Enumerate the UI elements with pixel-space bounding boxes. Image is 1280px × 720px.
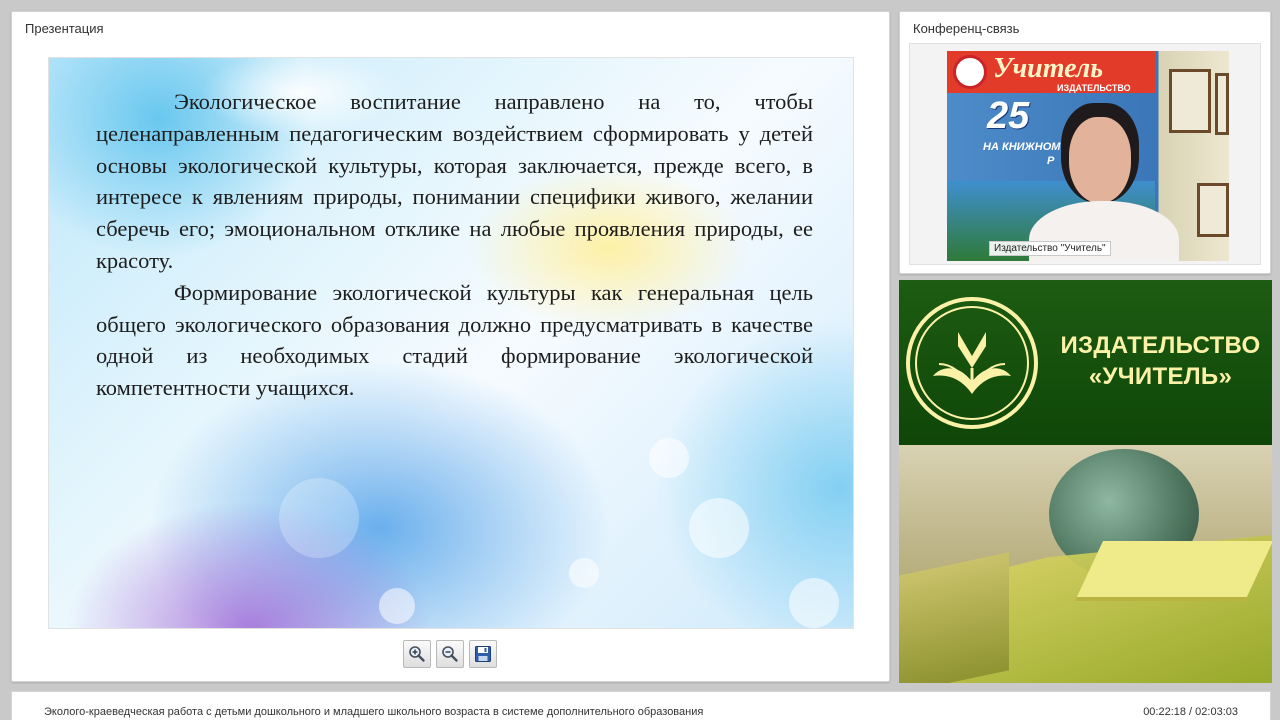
presentation-panel-title: Презентация [25, 21, 104, 36]
webinar-title: Эколого-краеведческая работа с детьми до… [44, 706, 704, 718]
slide-text: Экологическое воспитание направлено на т… [96, 86, 813, 404]
slide-toolbar [403, 640, 497, 668]
slide-paragraph-2: Формирование экологической культуры как … [96, 279, 813, 401]
bokeh-light [789, 578, 839, 628]
poster-logo-icon [953, 55, 987, 89]
presentation-slide: Экологическое воспитание направлено на т… [48, 57, 854, 629]
bokeh-light [649, 438, 689, 478]
conference-panel: Конференц-связь Учитель ИЗДАТЕЛЬСТВО 25 … [899, 11, 1271, 274]
wall-frame [1197, 183, 1229, 237]
banner-books-image [899, 445, 1272, 683]
book-stack [899, 552, 1009, 683]
publisher-logo-icon [906, 297, 1038, 429]
banner-publisher-name: ИЗДАТЕЛЬСТВО «УЧИТЕЛЬ» [1053, 330, 1268, 392]
bokeh-light [379, 588, 415, 624]
playback-time: 00:22:18 / 02:03:03 [1143, 706, 1238, 718]
poster-line1: ИЗДАТЕЛЬСТВО [1057, 83, 1131, 93]
save-icon [475, 646, 491, 662]
zoom-out-button[interactable] [436, 640, 464, 668]
publisher-banner: ИЗДАТЕЛЬСТВО «УЧИТЕЛЬ» [899, 280, 1272, 683]
open-book [1075, 541, 1272, 601]
status-bar: Эколого-краеведческая работа с детьми до… [11, 691, 1271, 720]
save-button[interactable] [469, 640, 497, 668]
conference-panel-title: Конференц-связь [913, 21, 1020, 36]
banner-line-2: «УЧИТЕЛЬ» [1088, 363, 1233, 390]
bokeh-light [279, 478, 359, 558]
video-stream[interactable]: Учитель ИЗДАТЕЛЬСТВО 25 НА КНИЖНОМ Р Изд… [909, 43, 1261, 265]
zoom-in-button[interactable] [403, 640, 431, 668]
poster-brand: Учитель [993, 53, 1104, 84]
zoom-in-icon [409, 646, 425, 662]
slide-paragraph-1: Экологическое воспитание направлено на т… [96, 89, 813, 273]
video-feed: Учитель ИЗДАТЕЛЬСТВО 25 НА КНИЖНОМ Р [947, 51, 1229, 261]
wall-frame [1215, 73, 1229, 135]
wall-frame [1169, 69, 1211, 133]
zoom-out-icon [442, 646, 458, 662]
video-label: Издательство "Учитель" [989, 241, 1111, 256]
person-face [1069, 117, 1131, 203]
bokeh-light [569, 558, 599, 588]
poster-line3: Р [1047, 155, 1055, 167]
poster-line2: НА КНИЖНОМ [983, 141, 1061, 153]
banner-header: ИЗДАТЕЛЬСТВО «УЧИТЕЛЬ» [899, 280, 1272, 445]
poster-number: 25 [987, 95, 1030, 137]
presentation-panel: Презентация Экологическое воспитание нап… [11, 11, 890, 682]
bokeh-light [689, 498, 749, 558]
banner-line-1: ИЗДАТЕЛЬСТВО [1060, 332, 1261, 359]
